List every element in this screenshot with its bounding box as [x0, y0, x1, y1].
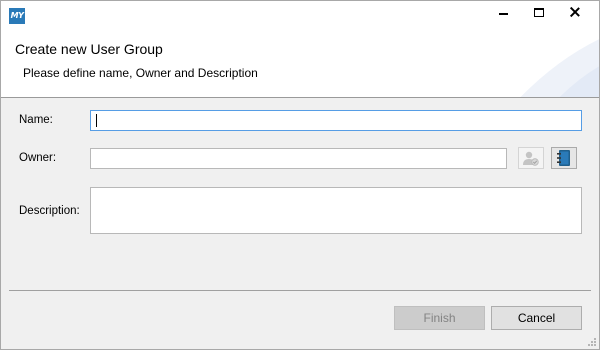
title-bar[interactable]: MY — [1, 1, 599, 31]
resize-grip-icon[interactable] — [587, 337, 597, 347]
wizard-header: Create new User Group Please define name… — [1, 31, 599, 98]
footer-separator — [9, 290, 591, 291]
close-icon — [570, 7, 580, 17]
address-book-icon — [557, 150, 570, 166]
description-textarea[interactable] — [90, 187, 582, 234]
minimize-button[interactable] — [485, 1, 521, 23]
name-input[interactable] — [90, 110, 582, 131]
app-logo-icon: MY — [9, 8, 25, 24]
description-label: Description: — [19, 205, 80, 217]
page-subtitle: Please define name, Owner and Descriptio… — [23, 66, 258, 80]
maximize-button[interactable] — [521, 1, 557, 23]
user-select-icon — [523, 151, 539, 166]
minimize-icon — [498, 13, 508, 15]
cancel-button[interactable]: Cancel — [491, 306, 582, 330]
header-decoration — [520, 39, 599, 97]
text-caret — [96, 114, 97, 127]
maximize-icon — [534, 7, 544, 17]
dialog-window: MY Create new User Group Please define n… — [0, 0, 600, 350]
address-book-button[interactable] — [551, 147, 577, 169]
select-user-button[interactable] — [518, 147, 544, 169]
page-title: Create new User Group — [15, 41, 163, 57]
owner-input[interactable] — [90, 148, 507, 169]
close-button[interactable] — [557, 1, 593, 23]
finish-button[interactable]: Finish — [394, 306, 485, 330]
name-label: Name: — [19, 114, 53, 126]
owner-label: Owner: — [19, 152, 57, 164]
